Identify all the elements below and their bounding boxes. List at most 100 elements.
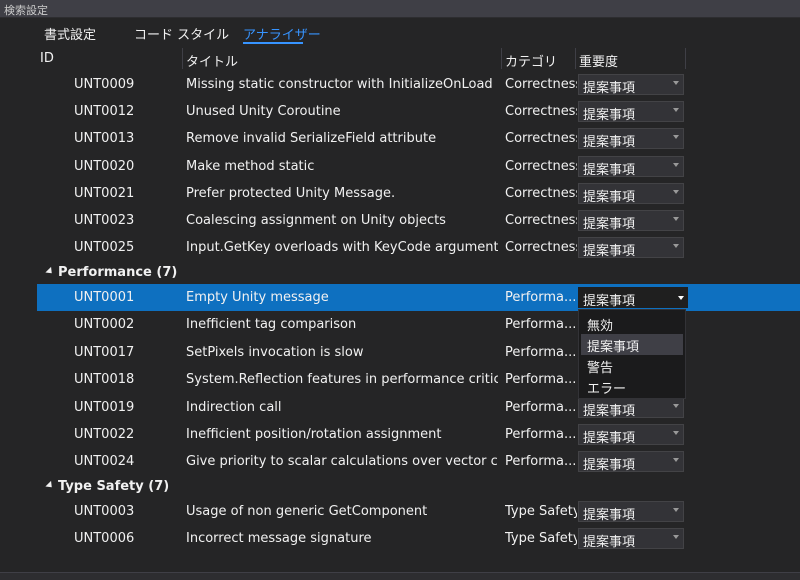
rule-title: System.Reflection features in performanc…: [186, 372, 498, 387]
table-row[interactable]: UNT0023 Coalescing assignment on Unity o…: [0, 207, 800, 234]
rule-category: Correctness: [505, 186, 577, 201]
severity-dropdown[interactable]: 提案事項: [578, 74, 684, 96]
collapse-arrow-icon[interactable]: [45, 266, 55, 277]
header-severity[interactable]: 重要度: [579, 51, 618, 70]
rule-id: UNT0002: [74, 317, 135, 332]
search-settings-input[interactable]: 検索設定: [0, 0, 800, 18]
rule-id: UNT0025: [74, 240, 135, 255]
search-placeholder: 検索設定: [4, 4, 48, 17]
chevron-down-icon: [673, 458, 679, 462]
tab-bar: 書式設定 コード スタイル アナライザー: [0, 22, 800, 46]
rule-title: Coalescing assignment on Unity objects: [186, 213, 446, 228]
severity-dropdown[interactable]: 提案事項: [578, 128, 684, 150]
table-row[interactable]: UNT0003 Usage of non generic GetComponen…: [0, 498, 800, 525]
option-error[interactable]: エラー: [581, 376, 683, 397]
rule-title: Prefer protected Unity Message.: [186, 186, 396, 201]
severity-dropdown[interactable]: 提案事項: [578, 501, 684, 523]
chevron-down-icon: [673, 108, 679, 112]
table-row[interactable]: UNT0025 Input.GetKey overloads with KeyC…: [0, 234, 800, 261]
severity-value: 提案事項: [583, 190, 636, 205]
table-row[interactable]: UNT0022 Inefficient position/rotation as…: [0, 421, 800, 448]
rule-title: Unused Unity Coroutine: [186, 104, 341, 119]
header-id[interactable]: ID: [40, 51, 54, 66]
table-row[interactable]: UNT0024 Give priority to scalar calculat…: [0, 448, 800, 475]
chevron-down-icon: [673, 217, 679, 221]
rule-id: UNT0013: [74, 131, 135, 146]
rule-id: UNT0006: [74, 531, 135, 546]
severity-dropdown[interactable]: 提案事項: [578, 156, 684, 178]
rule-category: Correctness: [505, 159, 577, 174]
rule-category: Performa...: [505, 427, 577, 442]
rule-id: UNT0009: [74, 77, 135, 92]
severity-dropdown-open[interactable]: 提案事項: [578, 287, 688, 309]
column-divider[interactable]: [575, 48, 576, 69]
chevron-down-icon: [673, 404, 679, 408]
severity-value: 提案事項: [583, 108, 636, 123]
table-row-selected[interactable]: UNT0001 Empty Unity message Performa... …: [37, 284, 800, 311]
severity-dropdown[interactable]: 提案事項: [578, 397, 684, 419]
rule-title: Empty Unity message: [186, 290, 329, 305]
severity-value: 提案事項: [583, 163, 636, 178]
collapse-arrow-icon[interactable]: [45, 480, 55, 491]
rule-category: Performa...: [505, 345, 577, 360]
table-row[interactable]: UNT0012 Unused Unity Coroutine Correctne…: [0, 98, 800, 125]
severity-value: 提案事項: [583, 135, 636, 150]
severity-dropdown[interactable]: 提案事項: [578, 424, 684, 446]
table-row[interactable]: UNT0006 Incorrect message signature Type…: [0, 525, 800, 552]
option-label: 警告: [587, 361, 614, 376]
group-label: Performance (7): [58, 265, 178, 280]
column-divider[interactable]: [182, 48, 183, 69]
severity-dropdown[interactable]: 提案事項: [578, 183, 684, 205]
option-label: 提案事項: [587, 340, 640, 355]
group-label: Type Safety (7): [58, 479, 170, 494]
rule-title: Inefficient position/rotation assignment: [186, 427, 442, 442]
table-row[interactable]: UNT0021 Prefer protected Unity Message. …: [0, 180, 800, 207]
group-header-performance[interactable]: Performance (7): [0, 261, 800, 285]
table-row[interactable]: UNT0009 Missing static constructor with …: [0, 71, 800, 98]
chevron-down-icon: [673, 535, 679, 539]
severity-dropdown[interactable]: 提案事項: [578, 101, 684, 123]
severity-value: 提案事項: [583, 458, 636, 473]
severity-dropdown[interactable]: 提案事項: [578, 237, 684, 259]
column-divider[interactable]: [685, 48, 686, 69]
severity-dropdown[interactable]: 提案事項: [578, 210, 684, 232]
tab-formatting[interactable]: 書式設定: [44, 24, 96, 43]
option-suggestion[interactable]: 提案事項: [581, 334, 683, 355]
bottom-divider: [0, 572, 800, 580]
rule-title: Missing static constructor with Initiali…: [186, 77, 493, 92]
rule-title: SetPixels invocation is slow: [186, 345, 364, 360]
chevron-down-icon: [673, 135, 679, 139]
tab-analyzers[interactable]: アナライザー: [243, 24, 321, 43]
rule-category: Performa...: [505, 372, 577, 387]
header-category[interactable]: カテゴリ: [505, 51, 557, 70]
rule-category: Performa...: [505, 400, 577, 415]
option-label: 無効: [587, 319, 614, 334]
chevron-down-icon: [673, 508, 679, 512]
chevron-down-icon[interactable]: [678, 296, 684, 300]
table-row[interactable]: UNT0020 Make method static Correctness 提…: [0, 153, 800, 180]
rule-category: Correctness: [505, 131, 577, 146]
severity-value: 提案事項: [583, 431, 636, 446]
severity-dropdown[interactable]: 提案事項: [578, 451, 684, 473]
rule-id: UNT0017: [74, 345, 135, 360]
group-header-type-safety[interactable]: Type Safety (7): [0, 475, 800, 499]
rule-id: UNT0024: [74, 454, 135, 469]
severity-value: 提案事項: [583, 244, 636, 259]
tab-code-style[interactable]: コード スタイル: [134, 24, 229, 43]
rule-id: UNT0018: [74, 372, 135, 387]
active-tab-indicator: [243, 42, 303, 44]
rule-title: Usage of non generic GetComponent: [186, 504, 428, 519]
column-header: ID タイトル カテゴリ 重要度: [0, 48, 800, 70]
severity-value: 提案事項: [583, 404, 636, 419]
header-title[interactable]: タイトル: [186, 51, 238, 70]
severity-dropdown[interactable]: 提案事項: [578, 528, 684, 550]
rule-id: UNT0003: [74, 504, 135, 519]
rule-id: UNT0023: [74, 213, 135, 228]
option-disabled[interactable]: 無効: [581, 313, 683, 334]
option-warning[interactable]: 警告: [581, 355, 683, 376]
rule-category: Type Safety: [505, 504, 577, 519]
option-label: エラー: [587, 382, 627, 397]
table-row[interactable]: UNT0013 Remove invalid SerializeField at…: [0, 125, 800, 152]
chevron-down-icon: [673, 190, 679, 194]
column-divider[interactable]: [501, 48, 502, 69]
